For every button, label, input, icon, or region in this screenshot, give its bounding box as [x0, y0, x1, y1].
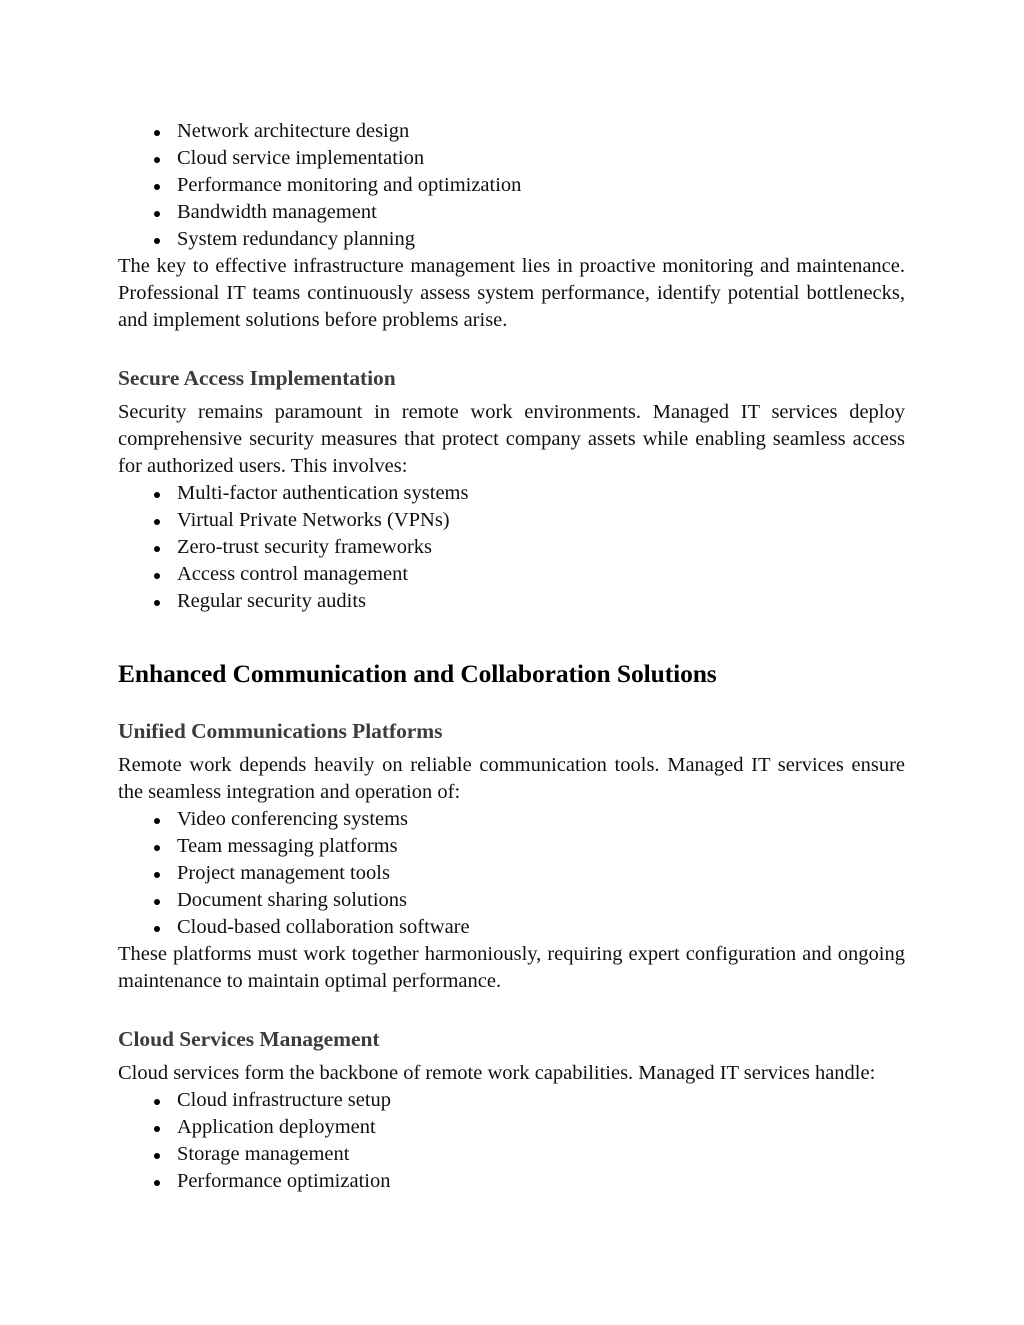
- bullet-icon: [154, 817, 160, 824]
- list-item-label: Zero-trust security frameworks: [177, 536, 433, 558]
- list-item-label: Multi-factor authentication systems: [177, 482, 469, 504]
- list-item-label: Cloud service implementation: [177, 147, 425, 169]
- list-item: Bandwidth management: [118, 199, 905, 226]
- list-item: Performance monitoring and optimization: [118, 172, 905, 199]
- list-item: Document sharing solutions: [118, 887, 905, 914]
- list-item: Performance optimization: [118, 1168, 905, 1195]
- bullet-icon: [154, 1125, 160, 1132]
- list-item: Cloud-based collaboration software: [118, 914, 905, 941]
- bullet-icon: [154, 871, 160, 878]
- bullet-icon: [154, 210, 160, 217]
- list-item-label: Project management tools: [177, 862, 390, 884]
- list-item-label: Regular security audits: [177, 590, 367, 612]
- cloud-services-intro-paragraph: Cloud services form the backbone of remo…: [118, 1062, 876, 1084]
- bullet-icon: [154, 572, 160, 579]
- list-item-label: Virtual Private Networks (VPNs): [177, 509, 450, 531]
- list-item: Access control management: [118, 561, 905, 588]
- list-item-label: Cloud-based collaboration software: [177, 916, 470, 938]
- enhanced-communication-heading: Enhanced Communication and Collaboration…: [118, 659, 717, 688]
- list-item-label: Access control management: [177, 563, 409, 585]
- cloud-services-list: Cloud infrastructure setup Application d…: [118, 1087, 905, 1195]
- list-item-label: System redundancy planning: [177, 228, 415, 250]
- list-item-label: Document sharing solutions: [177, 889, 408, 911]
- list-item-label: Performance monitoring and optimization: [177, 174, 522, 196]
- document-page: Network architecture design Cloud servic…: [0, 0, 1024, 1325]
- list-item: Video conferencing systems: [118, 806, 905, 833]
- bullet-icon: [154, 599, 160, 606]
- secure-access-implementation-heading: Secure Access Implementation: [118, 366, 396, 390]
- list-item: Cloud service implementation: [118, 145, 905, 172]
- platforms-harmony-paragraph: These platforms must work together harmo…: [118, 943, 905, 992]
- cloud-services-management-heading: Cloud Services Management: [118, 1027, 380, 1051]
- list-item-label: Storage management: [177, 1143, 350, 1165]
- bullet-icon: [154, 898, 160, 905]
- bullet-icon: [154, 129, 160, 136]
- bullet-icon: [154, 1152, 160, 1159]
- list-item-label: Video conferencing systems: [177, 808, 409, 830]
- list-item: Network architecture design: [118, 118, 905, 145]
- communication-intro-paragraph: Remote work depends heavily on reliable …: [118, 754, 905, 803]
- bullet-icon: [154, 1179, 160, 1186]
- list-item-label: Application deployment: [177, 1116, 376, 1138]
- list-item: Cloud infrastructure setup: [118, 1087, 905, 1114]
- list-item: Application deployment: [118, 1114, 905, 1141]
- infrastructure-management-paragraph: The key to effective infrastructure mana…: [118, 255, 905, 331]
- list-item-label: Network architecture design: [177, 120, 410, 142]
- list-item: System redundancy planning: [118, 226, 905, 253]
- list-item-label: Cloud infrastructure setup: [177, 1089, 392, 1111]
- list-item: Storage management: [118, 1141, 905, 1168]
- unified-communications-platforms-heading: Unified Communications Platforms: [118, 719, 443, 743]
- security-intro-paragraph: Security remains paramount in remote wor…: [118, 401, 905, 477]
- list-item-label: Bandwidth management: [177, 201, 377, 223]
- list-item: Zero-trust security frameworks: [118, 534, 905, 561]
- bullet-icon: [154, 237, 160, 244]
- list-item: Regular security audits: [118, 588, 905, 615]
- communication-tools-list: Video conferencing systems Team messagin…: [118, 806, 905, 941]
- bullet-icon: [154, 844, 160, 851]
- bullet-icon: [154, 545, 160, 552]
- security-measures-list: Multi-factor authentication systems Virt…: [118, 480, 905, 615]
- document-content: Network architecture design Cloud servic…: [118, 118, 905, 1195]
- bullet-icon: [154, 925, 160, 932]
- bullet-icon: [154, 183, 160, 190]
- bullet-icon: [154, 491, 160, 498]
- bullet-icon: [154, 1098, 160, 1105]
- list-item-label: Team messaging platforms: [177, 835, 398, 857]
- list-item: Virtual Private Networks (VPNs): [118, 507, 905, 534]
- infrastructure-capabilities-list: Network architecture design Cloud servic…: [118, 118, 905, 253]
- list-item: Multi-factor authentication systems: [118, 480, 905, 507]
- bullet-icon: [154, 156, 160, 163]
- list-item: Team messaging platforms: [118, 833, 905, 860]
- bullet-icon: [154, 518, 160, 525]
- list-item: Project management tools: [118, 860, 905, 887]
- list-item-label: Performance optimization: [177, 1170, 391, 1192]
